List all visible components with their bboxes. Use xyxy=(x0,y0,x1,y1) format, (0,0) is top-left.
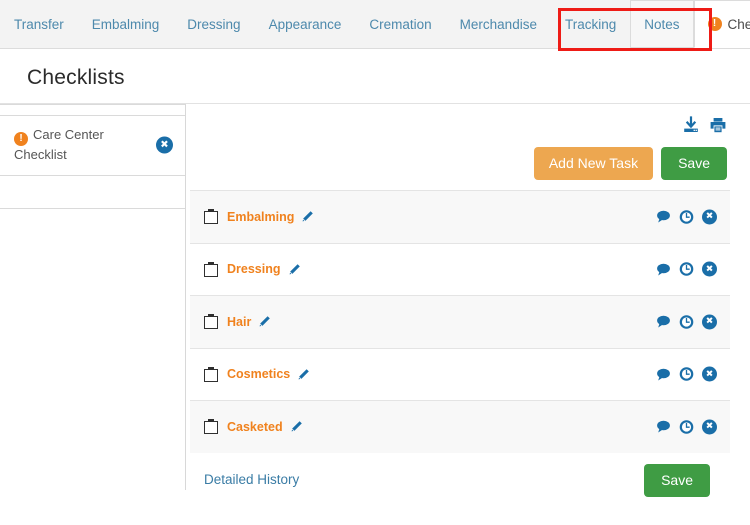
clipboard-body xyxy=(204,263,218,277)
task-delete-icon[interactable]: ✖ xyxy=(702,314,717,330)
tab-label: Cremation xyxy=(369,17,432,32)
detailed-history-link[interactable]: Detailed History xyxy=(204,472,299,487)
tab-bar: Transfer Embalming Dressing Appearance Crema… xyxy=(0,0,750,49)
clock-icon[interactable] xyxy=(679,367,694,382)
comment-icon[interactable] xyxy=(656,262,671,276)
task-row: Cosmetics ✖ xyxy=(190,348,730,401)
sidebar-item-delete-icon[interactable]: ✖ xyxy=(156,136,173,154)
clock-icon[interactable] xyxy=(679,209,694,224)
page-title: Checklists xyxy=(27,66,125,89)
tab-label: Tracking xyxy=(564,17,617,32)
warning-icon: ! xyxy=(707,17,722,31)
task-row-actions: ✖ xyxy=(656,419,717,435)
tab-label: Merchandise xyxy=(459,17,537,32)
task-name[interactable]: Casketed xyxy=(227,420,283,434)
task-checkbox[interactable] xyxy=(204,366,218,382)
task-row: Embalming ✖ xyxy=(190,191,730,244)
sidebar-item-partial-bottom[interactable] xyxy=(0,174,185,209)
sidebar-item-label-wrap: ! Care Center Checklist xyxy=(14,126,147,165)
tab-tracking[interactable]: Tracking xyxy=(551,0,630,48)
edit-pencil-icon[interactable] xyxy=(288,263,301,276)
tab-cremation[interactable]: Cremation xyxy=(355,0,445,48)
task-delete-icon[interactable]: ✖ xyxy=(702,419,717,435)
comment-icon[interactable] xyxy=(656,420,671,434)
edit-pencil-icon[interactable] xyxy=(297,368,310,381)
clipboard-body xyxy=(204,211,218,225)
tab-notes[interactable]: Notes xyxy=(630,0,694,48)
clipboard-body xyxy=(204,368,218,382)
edit-pencil-icon[interactable] xyxy=(301,210,314,223)
panel-toolbar xyxy=(682,116,727,134)
checklist-main-panel: Add New Task Save Embalming ✖ Dressing ✖ Hai… xyxy=(187,104,750,525)
clock-icon[interactable] xyxy=(679,262,694,277)
sidebar-item-care-center-checklist[interactable]: ! Care Center Checklist ✖ xyxy=(0,115,185,176)
task-delete-icon[interactable]: ✖ xyxy=(702,366,717,382)
save-button-bottom[interactable]: Save xyxy=(644,464,710,498)
save-button-top[interactable]: Save xyxy=(661,147,727,181)
task-checkbox[interactable] xyxy=(204,261,218,277)
edit-pencil-icon[interactable] xyxy=(258,315,271,328)
edit-pencil-icon[interactable] xyxy=(290,420,303,433)
tab-label: Embalming xyxy=(91,17,160,32)
download-icon[interactable] xyxy=(682,116,700,134)
add-new-task-button[interactable]: Add New Task xyxy=(533,147,654,181)
clock-icon[interactable] xyxy=(679,419,694,434)
comment-icon[interactable] xyxy=(656,210,671,224)
task-row: Hair ✖ xyxy=(190,296,730,349)
task-delete-icon[interactable]: ✖ xyxy=(702,209,717,225)
tab-label: Checklists xyxy=(727,16,750,32)
task-name[interactable]: Embalming xyxy=(227,210,294,224)
tab-list: Transfer Embalming Dressing Appearance Crema… xyxy=(0,0,750,48)
clock-icon[interactable] xyxy=(679,314,694,329)
task-name[interactable]: Cosmetics xyxy=(227,367,290,381)
tab-merchandise[interactable]: Merchandise xyxy=(446,0,551,48)
tab-embalming[interactable]: Embalming xyxy=(78,0,174,48)
task-name[interactable]: Dressing xyxy=(227,262,281,276)
task-row-actions: ✖ xyxy=(656,209,717,225)
task-list: Embalming ✖ Dressing ✖ Hair ✖ Cosmetics ✖ Casket… xyxy=(190,190,730,454)
comment-icon[interactable] xyxy=(656,315,671,329)
task-checkbox[interactable] xyxy=(204,314,218,330)
panel-footer: Detailed History Save xyxy=(190,453,730,505)
warning-icon: ! xyxy=(14,132,28,146)
task-row: Dressing ✖ xyxy=(190,243,730,296)
comment-icon[interactable] xyxy=(656,367,671,381)
task-delete-icon[interactable]: ✖ xyxy=(702,261,717,277)
task-checkbox[interactable] xyxy=(204,419,218,435)
sidebar-item-label: Care Center Checklist xyxy=(14,127,104,162)
tab-label: Notes xyxy=(644,16,680,32)
task-row-actions: ✖ xyxy=(656,261,717,277)
task-row-actions: ✖ xyxy=(656,366,717,382)
tab-label: Transfer xyxy=(14,17,64,32)
tab-label: Dressing xyxy=(187,17,241,32)
tab-checklists[interactable]: ! Checklists xyxy=(693,0,750,48)
checklist-sidebar[interactable]: ! Care Center Checklist ✖ xyxy=(0,104,186,490)
tab-appearance[interactable]: Appearance xyxy=(255,0,356,48)
clipboard-body xyxy=(204,421,218,435)
tab-dressing[interactable]: Dressing xyxy=(173,0,254,48)
task-row-actions: ✖ xyxy=(656,314,717,330)
task-row: Casketed ✖ xyxy=(190,401,730,454)
print-icon[interactable] xyxy=(709,116,727,134)
task-name[interactable]: Hair xyxy=(227,315,251,329)
tab-label: Appearance xyxy=(268,17,342,32)
task-checkbox[interactable] xyxy=(204,209,218,225)
tab-transfer[interactable]: Transfer xyxy=(0,0,78,48)
panel-action-buttons: Add New Task Save xyxy=(533,147,727,181)
clipboard-body xyxy=(204,316,218,330)
